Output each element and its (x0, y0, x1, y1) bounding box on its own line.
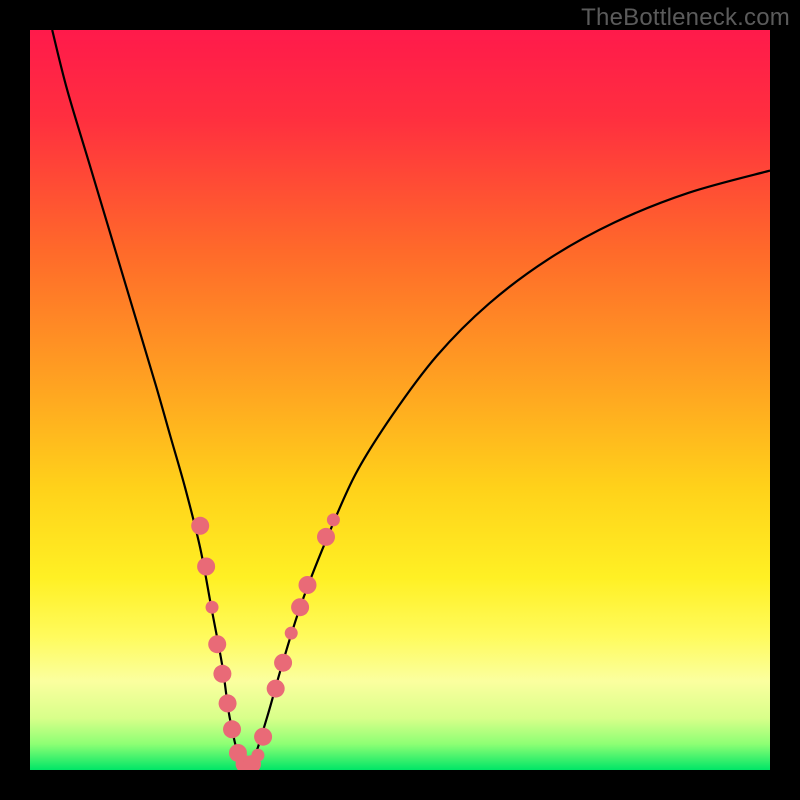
chart-svg (30, 30, 770, 770)
data-point (213, 665, 231, 683)
data-point (219, 694, 237, 712)
data-point (251, 749, 264, 762)
data-point (291, 598, 309, 616)
data-point (317, 528, 335, 546)
data-point (327, 513, 340, 526)
data-point (206, 601, 219, 614)
data-point (274, 654, 292, 672)
data-point (254, 728, 272, 746)
data-point (208, 635, 226, 653)
data-point (299, 576, 317, 594)
data-point (197, 558, 215, 576)
data-point (267, 680, 285, 698)
chart-frame: TheBottleneck.com (0, 0, 800, 800)
watermark-text: TheBottleneck.com (581, 4, 790, 32)
data-point (285, 627, 298, 640)
plot-area (30, 30, 770, 770)
data-point (223, 720, 241, 738)
data-point (191, 517, 209, 535)
gradient-background (30, 30, 770, 770)
